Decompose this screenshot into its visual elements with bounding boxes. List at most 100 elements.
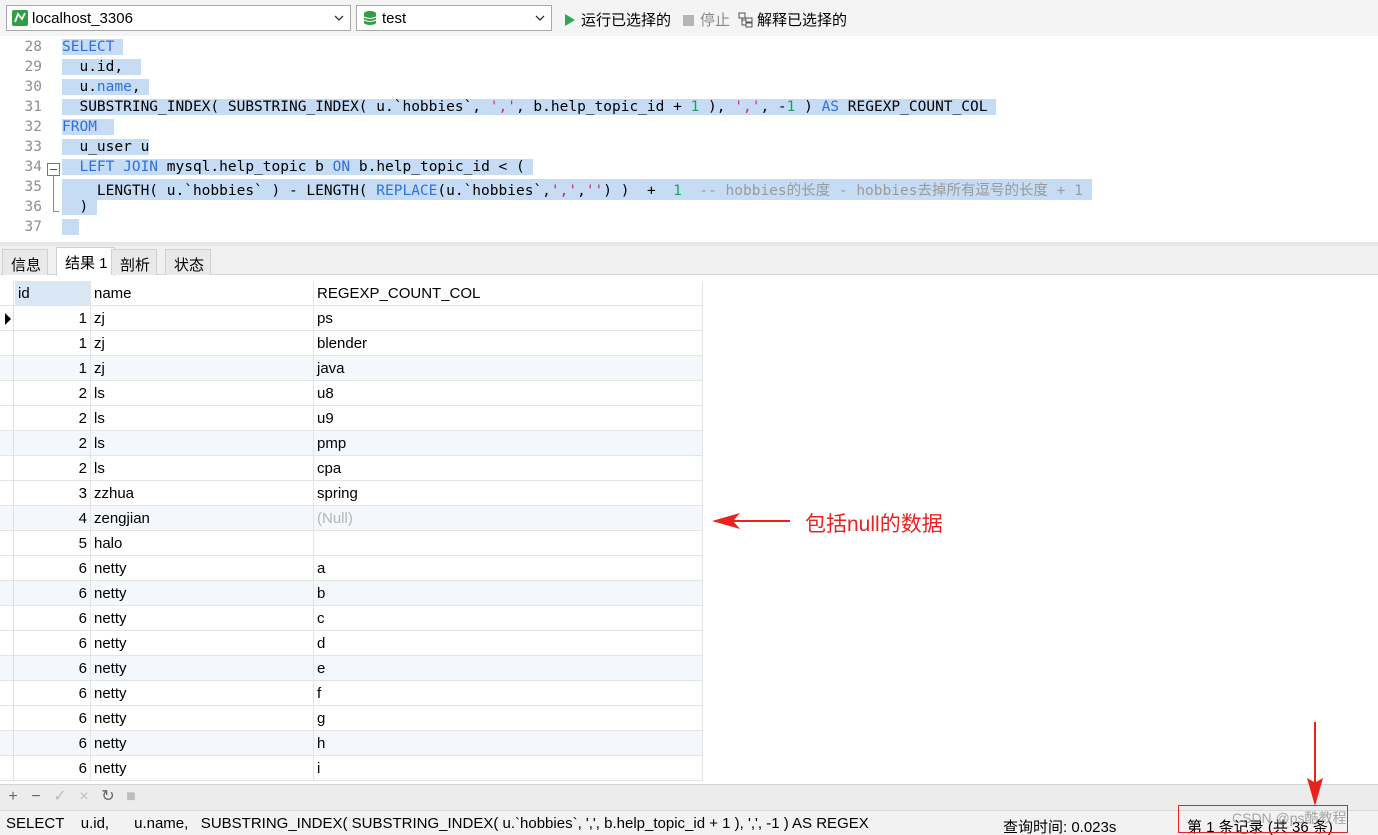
cell-id[interactable]: 6 <box>15 756 91 780</box>
row-indicator[interactable] <box>0 356 14 380</box>
row-indicator[interactable] <box>0 481 14 505</box>
tab-result-1[interactable]: 结果 1 <box>56 247 115 276</box>
cell-regexp-count-col[interactable]: u9 <box>314 406 703 430</box>
cell-regexp-count-col[interactable]: (Null) <box>314 506 703 530</box>
table-row[interactable]: 6 netty e <box>0 656 703 681</box>
row-indicator[interactable] <box>0 381 14 405</box>
stop-icon[interactable]: ■ <box>122 788 140 806</box>
cell-regexp-count-col[interactable]: ps <box>314 306 703 330</box>
stop-button[interactable]: 停止 <box>681 9 730 30</box>
cell-name[interactable]: ls <box>91 406 314 430</box>
cell-name[interactable]: zj <box>91 356 314 380</box>
cell-regexp-count-col[interactable]: blender <box>314 331 703 355</box>
cell-regexp-count-col[interactable]: u8 <box>314 381 703 405</box>
cell-name[interactable]: ls <box>91 381 314 405</box>
row-indicator[interactable] <box>0 631 14 655</box>
cell-regexp-count-col[interactable]: spring <box>314 481 703 505</box>
row-indicator[interactable] <box>0 431 14 455</box>
cell-name[interactable]: zzhua <box>91 481 314 505</box>
refresh-icon[interactable]: ↻ <box>99 788 117 806</box>
cell-id[interactable]: 2 <box>15 406 91 430</box>
cell-name[interactable]: netty <box>91 581 314 605</box>
row-indicator[interactable] <box>0 331 14 355</box>
table-row[interactable]: 6 netty d <box>0 631 703 656</box>
tab-info[interactable]: 信息 <box>2 249 49 275</box>
cell-name[interactable]: netty <box>91 606 314 630</box>
cell-name[interactable]: netty <box>91 556 314 580</box>
table-row[interactable]: 6 netty i <box>0 756 703 781</box>
cell-regexp-count-col[interactable]: java <box>314 356 703 380</box>
row-indicator[interactable] <box>0 456 14 480</box>
table-row[interactable]: 1 zj blender <box>0 331 703 356</box>
check-icon[interactable]: ✓ <box>51 788 69 806</box>
column-header-regexp-count-col[interactable]: REGEXP_COUNT_COL <box>314 281 703 305</box>
table-row[interactable]: 2 ls cpa <box>0 456 703 481</box>
row-indicator[interactable] <box>0 581 14 605</box>
cell-id[interactable]: 6 <box>15 681 91 705</box>
cell-id[interactable]: 6 <box>15 606 91 630</box>
connection-select[interactable]: localhost_3306 <box>6 5 351 31</box>
row-indicator[interactable] <box>0 556 14 580</box>
cell-id[interactable]: 3 <box>15 481 91 505</box>
cell-name[interactable]: netty <box>91 631 314 655</box>
cell-regexp-count-col[interactable]: cpa <box>314 456 703 480</box>
cell-regexp-count-col[interactable]: i <box>314 756 703 780</box>
tab-status[interactable]: 状态 <box>165 249 212 275</box>
row-indicator[interactable] <box>0 656 14 680</box>
cell-regexp-count-col[interactable] <box>314 531 703 555</box>
column-header-name[interactable]: name <box>91 281 314 305</box>
cell-name[interactable]: zengjian <box>91 506 314 530</box>
table-row[interactable]: 6 netty c <box>0 606 703 631</box>
cell-regexp-count-col[interactable]: c <box>314 606 703 630</box>
cell-regexp-count-col[interactable]: d <box>314 631 703 655</box>
table-row[interactable]: 5 halo <box>0 531 703 556</box>
sql-editor[interactable]: 28 SELECT 29 u.id, 30 u.name, 31 SUBSTRI… <box>0 38 1378 242</box>
database-select[interactable]: test <box>356 5 552 31</box>
cell-id[interactable]: 6 <box>15 731 91 755</box>
cell-regexp-count-col[interactable]: b <box>314 581 703 605</box>
row-indicator[interactable] <box>0 606 14 630</box>
explain-selected-button[interactable]: 解释已选择的 <box>738 9 847 30</box>
row-indicator[interactable] <box>0 681 14 705</box>
table-row[interactable]: 2 ls pmp <box>0 431 703 456</box>
row-indicator[interactable] <box>0 756 14 780</box>
table-row[interactable]: 6 netty h <box>0 731 703 756</box>
row-indicator[interactable] <box>0 306 14 330</box>
cell-name[interactable]: zj <box>91 306 314 330</box>
cell-regexp-count-col[interactable]: e <box>314 656 703 680</box>
table-row[interactable]: 6 netty a <box>0 556 703 581</box>
table-row[interactable]: 6 netty f <box>0 681 703 706</box>
cell-id[interactable]: 6 <box>15 706 91 730</box>
cell-regexp-count-col[interactable]: g <box>314 706 703 730</box>
cell-id[interactable]: 1 <box>15 306 91 330</box>
cell-id[interactable]: 4 <box>15 506 91 530</box>
table-row[interactable]: 4 zengjian (Null) <box>0 506 703 531</box>
cell-name[interactable]: netty <box>91 656 314 680</box>
cell-name[interactable]: netty <box>91 681 314 705</box>
cell-id[interactable]: 1 <box>15 331 91 355</box>
table-row[interactable]: 2 ls u8 <box>0 381 703 406</box>
cell-id[interactable]: 5 <box>15 531 91 555</box>
row-indicator[interactable] <box>0 531 14 555</box>
cell-id[interactable]: 6 <box>15 656 91 680</box>
cell-name[interactable]: netty <box>91 731 314 755</box>
cell-regexp-count-col[interactable]: h <box>314 731 703 755</box>
cell-name[interactable]: ls <box>91 431 314 455</box>
cross-icon[interactable]: × <box>75 788 93 806</box>
cell-id[interactable]: 1 <box>15 356 91 380</box>
row-indicator[interactable] <box>0 731 14 755</box>
cell-name[interactable]: netty <box>91 706 314 730</box>
cell-name[interactable]: netty <box>91 756 314 780</box>
cell-name[interactable]: halo <box>91 531 314 555</box>
table-row[interactable]: 1 zj java <box>0 356 703 381</box>
fold-toggle[interactable] <box>47 163 60 176</box>
table-row[interactable]: 3 zzhua spring <box>0 481 703 506</box>
table-row[interactable]: 1 zj ps <box>0 306 703 331</box>
cell-regexp-count-col[interactable]: f <box>314 681 703 705</box>
cell-regexp-count-col[interactable]: a <box>314 556 703 580</box>
cell-id[interactable]: 2 <box>15 456 91 480</box>
cell-id[interactable]: 2 <box>15 431 91 455</box>
row-indicator[interactable] <box>0 706 14 730</box>
cell-regexp-count-col[interactable]: pmp <box>314 431 703 455</box>
cell-name[interactable]: zj <box>91 331 314 355</box>
